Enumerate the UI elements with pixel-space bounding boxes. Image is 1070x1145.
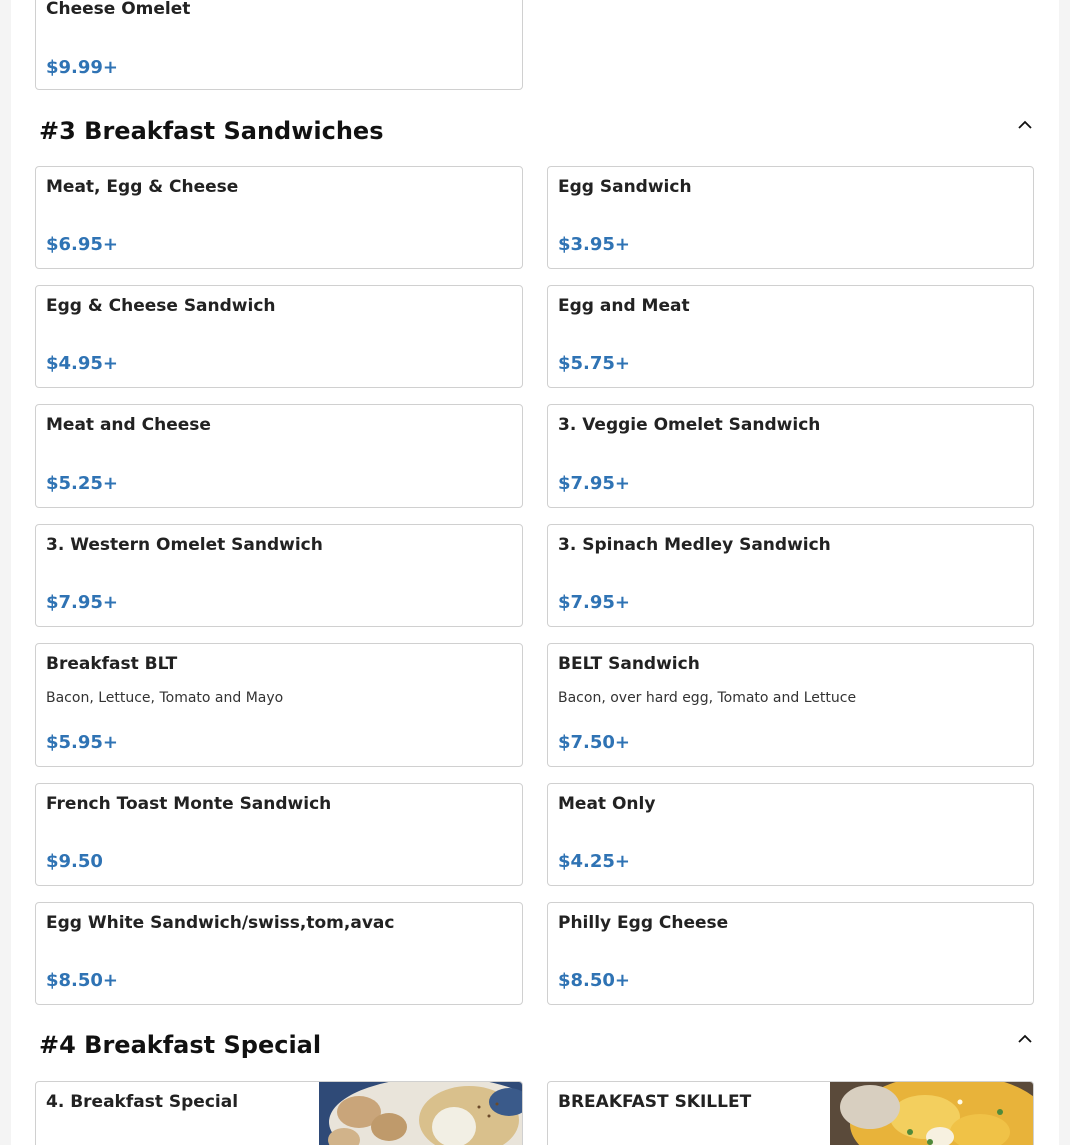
section-title: #4 Breakfast Special xyxy=(39,1031,322,1059)
menu-item-name: BELT Sandwich xyxy=(558,654,700,674)
menu-item-price: $7.95+ xyxy=(558,473,631,494)
menu-item-price: $6.95+ xyxy=(46,234,119,255)
menu-item-name: Egg & Cheese Sandwich xyxy=(46,296,276,316)
menu-item-card[interactable]: 4. Breakfast Special xyxy=(35,1081,523,1145)
menu-item-price: $4.95+ xyxy=(46,353,119,374)
menu-item-price: $9.99+ xyxy=(46,57,119,78)
menu-item-price: $7.95+ xyxy=(46,592,119,613)
menu-item-name: Cheese Omelet xyxy=(46,0,191,19)
section-title: #3 Breakfast Sandwiches xyxy=(39,117,384,145)
menu-item-card[interactable]: Philly Egg Cheese $8.50+ xyxy=(547,902,1034,1005)
menu-item-name: 3. Spinach Medley Sandwich xyxy=(558,535,831,555)
menu-item-photo xyxy=(830,1082,1033,1145)
menu-item-card[interactable]: Meat Only $4.25+ xyxy=(547,783,1034,886)
menu-item-card[interactable]: BELT Sandwich Bacon, over hard egg, Toma… xyxy=(547,643,1034,767)
menu-item-card[interactable]: Egg White Sandwich/swiss,tom,avac $8.50+ xyxy=(35,902,523,1005)
menu-item-price: $5.25+ xyxy=(46,473,119,494)
menu-item-price: $7.95+ xyxy=(558,592,631,613)
menu-item-card[interactable]: Egg & Cheese Sandwich $4.95+ xyxy=(35,285,523,388)
menu-item-price: $4.25+ xyxy=(558,851,631,872)
menu-item-card[interactable]: Cheese Omelet $9.99+ xyxy=(35,0,523,90)
menu-item-name: Meat, Egg & Cheese xyxy=(46,177,239,197)
menu-item-name: Meat Only xyxy=(558,794,656,814)
menu-page: Cheese Omelet $9.99+ #3 Breakfast Sandwi… xyxy=(11,0,1059,1145)
menu-item-price: $9.50 xyxy=(46,851,103,872)
menu-item-price: $5.95+ xyxy=(46,732,119,753)
menu-item-card[interactable]: 3. Spinach Medley Sandwich $7.95+ xyxy=(547,524,1034,627)
menu-item-name: Breakfast BLT xyxy=(46,654,178,674)
menu-item-description: Bacon, over hard egg, Tomato and Lettuce xyxy=(558,690,857,706)
menu-item-card[interactable]: Egg Sandwich $3.95+ xyxy=(547,166,1034,269)
menu-item-price: $5.75+ xyxy=(558,353,631,374)
menu-item-card[interactable]: French Toast Monte Sandwich $9.50 xyxy=(35,783,523,886)
menu-item-name: Egg Sandwich xyxy=(558,177,692,197)
chevron-up-icon[interactable] xyxy=(1018,120,1032,130)
menu-item-name: Philly Egg Cheese xyxy=(558,913,729,933)
menu-item-price: $8.50+ xyxy=(558,970,631,991)
menu-item-name: French Toast Monte Sandwich xyxy=(46,794,332,814)
menu-item-description: Bacon, Lettuce, Tomato and Mayo xyxy=(46,690,284,706)
menu-item-card[interactable]: BREAKFAST SKILLET xyxy=(547,1081,1034,1145)
menu-item-photo xyxy=(319,1082,522,1145)
menu-item-name: Meat and Cheese xyxy=(46,415,211,435)
menu-item-price: $3.95+ xyxy=(558,234,631,255)
menu-item-name: Egg and Meat xyxy=(558,296,690,316)
menu-item-card[interactable]: 3. Western Omelet Sandwich $7.95+ xyxy=(35,524,523,627)
menu-item-name: 3. Western Omelet Sandwich xyxy=(46,535,323,555)
menu-item-card[interactable]: Meat and Cheese $5.25+ xyxy=(35,404,523,508)
menu-item-card[interactable]: 3. Veggie Omelet Sandwich $7.95+ xyxy=(547,404,1034,508)
menu-item-card[interactable]: Meat, Egg & Cheese $6.95+ xyxy=(35,166,523,269)
menu-item-price: $8.50+ xyxy=(46,970,119,991)
menu-item-price: $7.50+ xyxy=(558,732,631,753)
menu-item-card[interactable]: Breakfast BLT Bacon, Lettuce, Tomato and… xyxy=(35,643,523,767)
menu-item-name: 4. Breakfast Special xyxy=(46,1092,239,1112)
menu-item-name: 3. Veggie Omelet Sandwich xyxy=(558,415,821,435)
menu-item-card[interactable]: Egg and Meat $5.75+ xyxy=(547,285,1034,388)
menu-item-name: Egg White Sandwich/swiss,tom,avac xyxy=(46,913,395,933)
chevron-up-icon[interactable] xyxy=(1018,1034,1032,1044)
menu-item-name: BREAKFAST SKILLET xyxy=(558,1092,752,1112)
